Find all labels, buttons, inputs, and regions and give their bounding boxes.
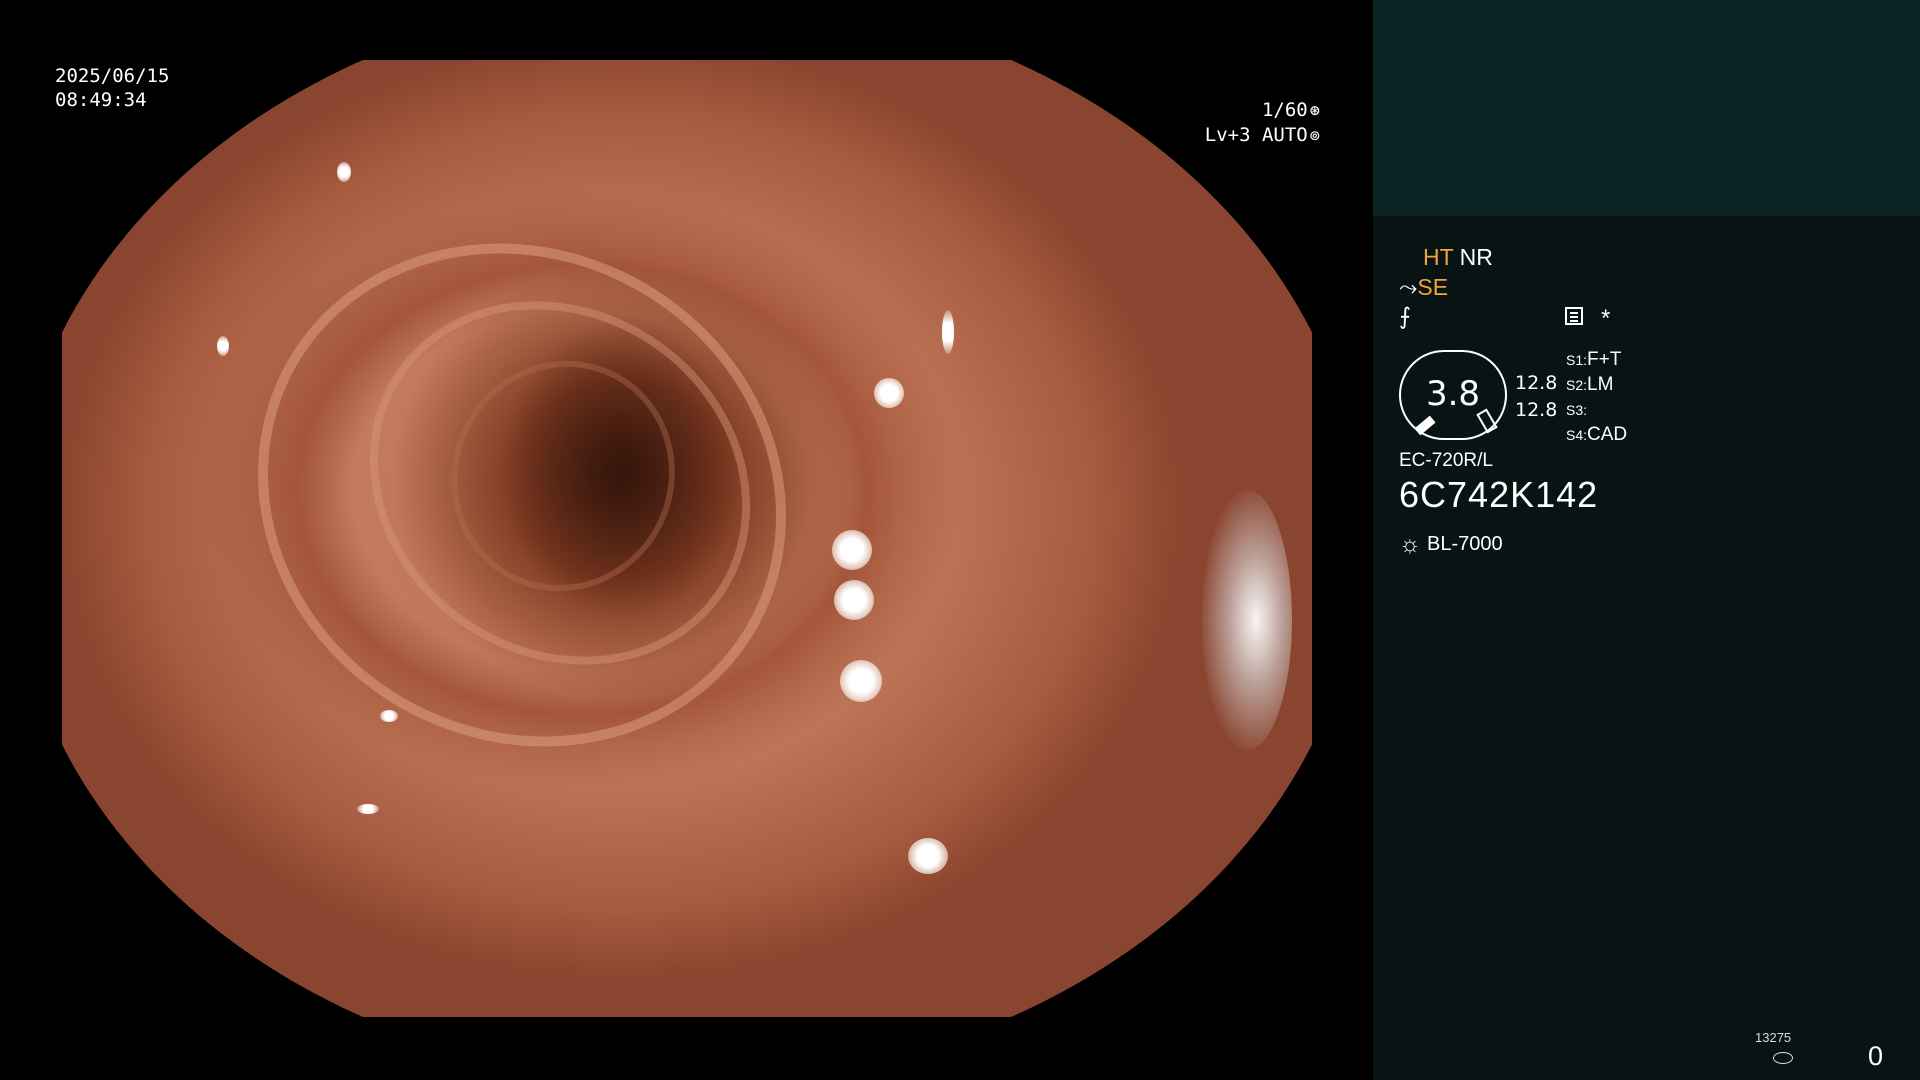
date-text: 2025/06/15 xyxy=(55,65,170,87)
menu-list-icon xyxy=(1565,307,1583,325)
gauge-lower-value: 12.8 xyxy=(1515,399,1558,421)
shutter-text: 1/60 xyxy=(1261,99,1308,121)
specular-highlight xyxy=(908,838,948,874)
endoscopic-image xyxy=(62,60,1312,1017)
scope-serial: 6C742K142 xyxy=(1399,474,1599,515)
specular-highlight xyxy=(840,660,882,702)
exposure-overlay: 1/60 ⊛ Lv+3 AUTO ⊚ xyxy=(1170,98,1320,148)
nr-indicator: NR xyxy=(1459,244,1493,270)
switch-3: S3: xyxy=(1566,402,1588,418)
ht-indicator: HT xyxy=(1423,244,1454,270)
specular-highlight xyxy=(357,804,379,814)
switch-key: S3 xyxy=(1566,402,1584,418)
specular-highlight xyxy=(217,336,229,356)
switch-key: S2 xyxy=(1566,377,1584,393)
disk-icon xyxy=(1773,1052,1793,1064)
mucosal-fold xyxy=(165,147,879,843)
magnification-gauge: 3.8 xyxy=(1399,350,1507,440)
switch-key: S4 xyxy=(1566,427,1584,443)
edge-reflection xyxy=(1202,490,1292,750)
status-panel: HT NR ⤳SE ⨍ * 3.8 12.8 12.8 S1:F+T S2:LM… xyxy=(1373,0,1920,1080)
switch-key: S1 xyxy=(1566,352,1584,368)
specular-highlight xyxy=(832,530,872,570)
specular-highlight xyxy=(874,378,904,408)
mode-row-3: ⨍ xyxy=(1399,303,1411,330)
asterisk-indicator: * xyxy=(1601,305,1611,332)
mucosal-fold xyxy=(413,323,713,629)
switch-1: S1:F+T xyxy=(1566,349,1622,370)
iris-text: AUTO xyxy=(1261,124,1308,146)
switch-value: CAD xyxy=(1587,424,1628,445)
image-counter: 13275 xyxy=(1755,1030,1792,1045)
gauge-needle-icon xyxy=(1414,415,1436,436)
light-source-label: BL-7000 xyxy=(1427,533,1503,555)
specular-highlight xyxy=(834,580,874,620)
iris-icon: ⊚ xyxy=(1309,126,1320,146)
switch-2: S2:LM xyxy=(1566,374,1614,395)
switch-value: LM xyxy=(1587,374,1614,395)
switch-value: F+T xyxy=(1587,349,1622,370)
mucosal-fold xyxy=(298,227,822,739)
gauge-value: 3.8 xyxy=(1425,374,1481,414)
switch-4: S4:CAD xyxy=(1566,424,1628,445)
footer-value: 0 xyxy=(1868,1041,1884,1071)
aperture-icon: ⊛ xyxy=(1309,101,1320,121)
mode-row-ht-nr: HT NR xyxy=(1423,244,1493,271)
structure-enhance-icon: ⤳ xyxy=(1399,274,1418,300)
se-indicator: SE xyxy=(1417,274,1449,300)
time-text: 08:49:34 xyxy=(55,89,147,111)
panel-header-area xyxy=(1373,0,1920,216)
sun-icon: ☼ xyxy=(1399,531,1421,558)
scope-model: EC-720R/L xyxy=(1399,450,1493,471)
specular-highlight xyxy=(942,310,954,354)
datetime-overlay: 2025/06/15 08:49:34 xyxy=(55,64,169,112)
endoscope-view: 2025/06/15 08:49:34 1/60 ⊛ Lv+3 AUTO ⊚ xyxy=(0,0,1372,1080)
level-text: Lv+3 xyxy=(1204,124,1251,146)
function-icon: ⨍ xyxy=(1399,303,1411,329)
specular-highlight xyxy=(337,162,351,182)
light-source-row: ☼ BL-7000 xyxy=(1399,531,1503,559)
mode-row-se: ⤳SE xyxy=(1399,274,1448,301)
specular-highlight xyxy=(380,710,398,722)
gauge-upper-value: 12.8 xyxy=(1515,372,1558,394)
